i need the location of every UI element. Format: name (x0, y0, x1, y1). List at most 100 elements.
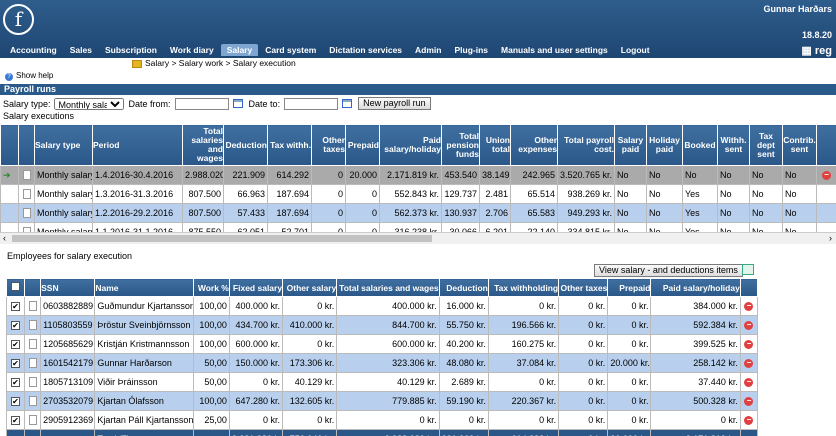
column-header[interactable]: Salary type (34, 124, 93, 166)
horizontal-scrollbar[interactable]: ‹ › (0, 232, 836, 244)
column-header[interactable]: Salary paid (614, 124, 647, 166)
document-icon[interactable] (22, 170, 31, 181)
nav-item-dictation-services[interactable]: Dictation services (323, 44, 408, 56)
nav-item-plug-ins[interactable]: Plug-ins (448, 44, 494, 56)
employee-row[interactable]: ✔ 0603882889 Guðmundur Kjartansson 100,00 40… (6, 296, 758, 316)
doc-cell[interactable] (18, 165, 35, 185)
checkbox-cell[interactable]: ✔ (6, 391, 26, 411)
delete-icon[interactable]: − (744, 340, 754, 350)
column-header[interactable]: Paid salary/holiday (379, 124, 442, 166)
checkbox-cell[interactable]: ✔ (6, 334, 26, 354)
salary-type-select[interactable]: Monthly salary (53, 97, 124, 110)
doc-cell[interactable] (24, 372, 42, 392)
app-logo[interactable]: f (3, 4, 34, 35)
column-header[interactable]: Other salary (282, 278, 338, 297)
nav-item-salary[interactable]: Salary (220, 44, 259, 56)
nav-item-work-diary[interactable]: Work diary (164, 44, 220, 56)
delete-cell[interactable]: − (739, 334, 758, 354)
payroll-run-row[interactable]: Monthly salary 1.3.2016-31.3.2016 807.500 6… (0, 184, 836, 204)
column-header[interactable]: Name (94, 278, 194, 297)
breadcrumb-text[interactable]: Salary > Salary work > Salary execution (145, 58, 296, 68)
checkbox-cell[interactable]: ✔ (6, 372, 26, 392)
checkbox-cell[interactable]: ✔ (6, 315, 26, 335)
column-header[interactable]: Other taxes (311, 124, 346, 166)
user-name[interactable]: Gunnar Harðars (763, 4, 832, 14)
nav-item-subscription[interactable]: Subscription (99, 44, 163, 56)
delete-cell[interactable] (816, 222, 836, 232)
employee-checkbox[interactable]: ✔ (11, 416, 21, 425)
scrollbar-thumb[interactable] (12, 235, 432, 242)
delete-icon[interactable]: − (822, 171, 831, 181)
delete-cell[interactable] (816, 203, 836, 223)
excel-export-icon[interactable] (742, 264, 754, 275)
nav-item-sales[interactable]: Sales (64, 44, 98, 56)
doc-cell[interactable] (24, 334, 42, 354)
delete-cell[interactable]: − (739, 410, 758, 430)
column-header[interactable]: Holiday paid (646, 124, 683, 166)
employee-checkbox[interactable]: ✔ (11, 302, 21, 311)
delete-cell[interactable]: − (739, 372, 758, 392)
document-icon[interactable] (22, 208, 31, 219)
document-icon[interactable] (28, 377, 37, 388)
doc-cell[interactable] (18, 222, 35, 232)
employee-row[interactable]: ✔ 1205685629 Kristján Kristmannsson 100,00 6… (6, 334, 758, 354)
column-header[interactable]: Deduction (438, 278, 489, 297)
new-payroll-run-button[interactable]: New payroll run (358, 97, 431, 110)
view-salary-deductions-button[interactable]: View salary - and deductions items (594, 264, 743, 277)
column-header[interactable]: Prepaid (345, 124, 380, 166)
column-header[interactable]: SSN (40, 278, 96, 297)
employee-checkbox[interactable]: ✔ (11, 397, 21, 406)
employee-row[interactable]: ✔ 1601542179 Gunnar Harðarson 50,00 150.000 … (6, 353, 758, 373)
calendar-icon[interactable] (232, 99, 243, 108)
column-header[interactable]: Paid salary/holiday (650, 278, 741, 297)
delete-cell[interactable]: − (739, 353, 758, 373)
column-header[interactable]: Tax withh. (267, 124, 312, 166)
employee-checkbox[interactable]: ✔ (11, 321, 21, 330)
select-all-header[interactable] (6, 278, 26, 297)
column-header[interactable]: Booked (682, 124, 718, 166)
delete-icon[interactable]: − (744, 416, 754, 426)
doc-cell[interactable] (24, 410, 42, 430)
column-header[interactable]: Withh. sent (717, 124, 750, 166)
calendar-icon[interactable] (342, 99, 353, 108)
employee-row[interactable]: ✔ 1105803559 Þröstur Sveinbjörnsson 100,00 4… (6, 315, 758, 335)
delete-icon[interactable]: − (744, 378, 754, 388)
scroll-right-icon[interactable]: › (829, 233, 832, 243)
delete-icon[interactable]: − (744, 321, 754, 331)
document-icon[interactable] (28, 301, 37, 312)
column-header[interactable]: Total salaries and wages (182, 124, 224, 166)
employee-checkbox[interactable]: ✔ (11, 340, 21, 349)
checkbox-cell[interactable]: ✔ (6, 296, 26, 316)
show-help-link[interactable]: ? Show help (5, 71, 53, 81)
column-header[interactable]: Contrib. sent (782, 124, 817, 166)
document-icon[interactable] (28, 339, 37, 350)
column-header[interactable]: Tax withholding (487, 278, 560, 297)
scroll-left-icon[interactable]: ‹ (3, 233, 6, 243)
delete-cell[interactable]: − (739, 391, 758, 411)
document-icon[interactable] (28, 396, 37, 407)
column-header[interactable]: Work % (192, 278, 230, 297)
column-header[interactable]: Total salaries and wages (336, 278, 440, 297)
delete-cell[interactable]: − (739, 296, 758, 316)
select-all-checkbox[interactable] (11, 282, 21, 291)
employee-checkbox[interactable]: ✔ (11, 378, 21, 387)
delete-cell[interactable]: − (816, 165, 836, 185)
doc-cell[interactable] (18, 203, 35, 223)
column-header[interactable]: Prepaid (607, 278, 652, 297)
nav-item-manuals-and-user-settings[interactable]: Manuals and user settings (495, 44, 614, 56)
nav-item-logout[interactable]: Logout (615, 44, 656, 56)
column-header[interactable]: Fixed salary (228, 278, 284, 297)
column-header[interactable]: Period (92, 124, 183, 166)
doc-cell[interactable] (24, 353, 42, 373)
document-icon[interactable] (22, 189, 31, 200)
employee-row[interactable]: ✔ 1805713109 Viðir Þráinsson 50,00 0 kr. 40.1… (6, 372, 758, 392)
column-header[interactable]: Total payroll cost. (557, 124, 615, 166)
document-icon[interactable] (28, 415, 37, 426)
payroll-run-row[interactable]: Monthly salary 1.2.2016-29.2.2016 807.500 5… (0, 203, 836, 223)
column-header[interactable]: Total pension funds (441, 124, 480, 166)
delete-icon[interactable]: − (744, 397, 754, 407)
delete-cell[interactable] (816, 184, 836, 204)
employee-checkbox[interactable]: ✔ (11, 359, 21, 368)
column-header[interactable]: Other taxes (558, 278, 609, 297)
nav-item-admin[interactable]: Admin (409, 44, 447, 56)
